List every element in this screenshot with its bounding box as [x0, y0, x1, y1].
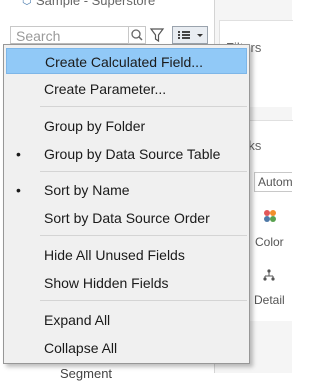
menu-item-label: Create Calculated Field... — [45, 54, 203, 70]
data-source-title[interactable]: ⬡ Sample - Superstore — [0, 0, 212, 10]
list-view-icon — [178, 31, 203, 39]
menu-item-label: Sort by Data Source Order — [44, 210, 210, 226]
menu-separator — [40, 300, 247, 301]
search-button[interactable] — [128, 26, 146, 44]
menu-separator — [40, 235, 247, 236]
menu-item-group-by-folder[interactable]: Group by Folder — [6, 113, 247, 139]
menu-item-label: Collapse All — [44, 340, 118, 356]
filter-button[interactable] — [148, 26, 166, 44]
color-icon[interactable] — [263, 209, 277, 223]
data-source-name: Sample - Superstore — [36, 0, 156, 8]
search-row: Search — [10, 26, 210, 46]
menu-item-label: Expand All — [44, 312, 111, 328]
magnifier-icon — [131, 29, 143, 41]
menu-item-show-hidden-fields[interactable]: Show Hidden Fields — [6, 270, 247, 296]
chevron-down-icon — [197, 34, 203, 37]
menu-item-label: Sort by Name — [44, 182, 130, 198]
workspace: ⬡ Sample - Superstore Search Filte — [0, 0, 293, 381]
search-input[interactable]: Search — [10, 26, 128, 44]
menu-item-hide-all-unused-fields[interactable]: Hide All Unused Fields — [6, 242, 247, 268]
menu-item-label: Hide All Unused Fields — [44, 247, 185, 263]
check-bullet-icon: • — [16, 182, 21, 198]
menu-item-label: Group by Data Source Table — [44, 146, 221, 162]
funnel-icon — [149, 28, 165, 43]
view-options-button[interactable] — [172, 26, 208, 44]
menu-item-expand-all[interactable]: Expand All — [6, 307, 247, 333]
field-item[interactable]: Segment — [60, 366, 112, 381]
datasource-icon: ⬡ — [22, 0, 32, 7]
menu-item-group-by-data-source-table[interactable]: • Group by Data Source Table — [6, 141, 247, 167]
menu-separator — [40, 171, 247, 172]
menu-item-create-parameter[interactable]: Create Parameter... — [6, 76, 247, 102]
color-label[interactable]: Color — [255, 235, 284, 249]
detail-label[interactable]: Detail — [254, 293, 285, 307]
menu-separator — [40, 106, 247, 107]
menu-item-collapse-all[interactable]: Collapse All — [6, 335, 247, 361]
menu-item-sort-by-data-source-order[interactable]: Sort by Data Source Order — [6, 205, 247, 231]
detail-icon[interactable] — [262, 268, 276, 282]
menu-item-label: Group by Folder — [44, 118, 146, 134]
menu-item-label: Create Parameter... — [44, 81, 167, 97]
context-menu: Create Calculated Field... Create Parame… — [3, 44, 250, 364]
mark-type-dropdown[interactable]: Automatic — [254, 172, 292, 192]
check-bullet-icon: • — [16, 146, 21, 162]
menu-item-label: Show Hidden Fields — [44, 275, 169, 291]
menu-item-sort-by-name[interactable]: • Sort by Name — [6, 177, 247, 203]
menu-item-create-calculated-field[interactable]: Create Calculated Field... — [6, 48, 247, 74]
